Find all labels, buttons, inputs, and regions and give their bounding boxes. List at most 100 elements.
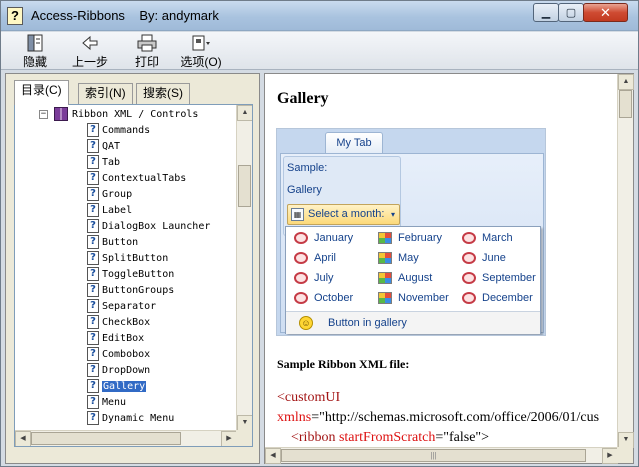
tree-item[interactable]: ? Tab [87,155,120,171]
print-button[interactable]: 打印 [127,34,167,70]
scroll-thumb[interactable] [619,90,632,118]
book-open-icon [54,107,68,121]
help-page-icon: ? [87,299,99,313]
xml-heading: Sample Ribbon XML file: [277,357,410,371]
close-button[interactable]: ✕ [583,3,628,22]
h-scroll-thumb[interactable] [31,432,181,445]
hide-button[interactable]: 隐藏 [15,34,55,70]
month-gallery: ☺ Button in gallery January February March… [285,226,541,334]
month-icon [378,232,392,244]
tree-item[interactable]: ? ContextualTabs [87,171,186,187]
month-icon [378,292,392,304]
help-page-icon: ? [87,219,99,233]
gallery-item: November [376,289,449,307]
tab-index[interactable]: 索引(N) [78,83,133,104]
topic-pane: Gallery My Tab Sample: Gallery ▦ Select … [264,73,634,464]
scroll-down-icon[interactable]: ▼ [618,432,634,448]
tree-item[interactable]: ? ToggleButton [87,267,174,283]
printer-icon [127,34,167,52]
sample-label: Sample: [287,162,328,174]
month-dropdown: ▦ Select a month: ▾ [287,204,400,225]
collapse-icon[interactable]: − [39,109,48,119]
tree-list: − Ribbon XML / Controls ? Commands? QAT? Tab… [15,105,237,431]
title-bar[interactable]: ? Access-Ribbons By: andymark ▁ ▢ ✕ [1,1,638,31]
help-page-icon: ? [87,139,99,153]
topic-vertical-scrollbar[interactable]: ▲ ▼ [617,74,634,448]
help-page-icon: ? [87,363,99,377]
topic-content: Gallery My Tab Sample: Gallery ▦ Select … [265,74,618,448]
gallery-item: July [292,269,334,287]
scroll-left-icon[interactable]: ◀ [265,448,281,464]
gallery-item: April [292,249,336,267]
scroll-thumb[interactable] [238,165,251,207]
options-icon [177,34,225,52]
code-line-3: <ribbon startFromScratch="false"> [291,430,490,445]
tab-search[interactable]: 搜索(S) [136,83,190,104]
tree-item[interactable]: ? Separator [87,299,156,315]
month-icon [294,232,308,244]
close-icon: ✕ [600,4,611,20]
code-line-2: xmlns="http://schemas.microsoft.com/offi… [277,410,600,425]
tree-item[interactable]: ? Commands [87,123,150,139]
scroll-left-icon[interactable]: ◀ [15,431,31,446]
month-icon [378,272,392,284]
tree-item[interactable]: ? EditBox [87,331,144,347]
gallery-item: January [292,229,353,247]
gallery-item: March [460,229,513,247]
tree-item[interactable]: ? CheckBox [87,315,150,331]
scroll-right-icon[interactable]: ▶ [221,431,237,446]
scroll-up-icon[interactable]: ▲ [237,105,252,121]
back-button[interactable]: 上一步 [67,34,113,70]
tree-item[interactable]: ? Menu [87,395,126,411]
gallery-label: Gallery [287,184,322,196]
month-icon [378,252,392,264]
smiley-icon: ☺ [299,316,313,330]
tree-item[interactable]: ? Label [87,203,132,219]
help-app-icon: ? [7,7,23,25]
h-scroll-thumb[interactable]: ||| [281,449,586,462]
gallery-item: May [376,249,419,267]
tree-horizontal-scrollbar[interactable]: ◀ ▶ [15,430,237,446]
topic-horizontal-scrollbar[interactable]: ◀ ||| ▶ [265,447,618,464]
maximize-icon: ▢ [565,7,577,19]
tree-item[interactable]: ? Gallery [87,379,147,395]
scroll-up-icon[interactable]: ▲ [618,74,634,90]
help-page-icon: ? [87,379,99,393]
tree-item[interactable]: ? DropDown [87,363,150,379]
month-icon [462,272,476,284]
tree-item[interactable]: ? Dynamic Menu [87,411,174,427]
scroll-corner [617,447,633,463]
tree-vertical-scrollbar[interactable]: ▲ ▼ [236,105,252,431]
tree-item[interactable]: ? QAT [87,139,120,155]
tree-item[interactable]: ? ButtonGroups [87,283,174,299]
gallery-item: September [460,269,536,287]
ribbon-tab: My Tab [325,132,383,154]
month-icon [462,292,476,304]
help-page-icon: ? [87,315,99,329]
help-page-icon: ? [87,235,99,249]
help-page-icon: ? [87,155,99,169]
tree-root[interactable]: − Ribbon XML / Controls [39,107,198,123]
minimize-button[interactable]: ▁ [533,3,559,22]
help-page-icon: ? [87,251,99,265]
tree-item[interactable]: ? DialogBox Launcher [87,219,210,235]
month-icon [294,292,308,304]
tree-item[interactable]: ? Group [87,187,132,203]
tab-contents[interactable]: 目录(C) [14,80,69,105]
scroll-right-icon[interactable]: ▶ [602,448,618,464]
ribbon-sample-image: My Tab Sample: Gallery ▦ Select a month:… [276,128,546,336]
options-button[interactable]: 选项(O) [177,34,225,70]
help-page-icon: ? [87,123,99,137]
tree-item[interactable]: ? SplitButton [87,251,168,267]
month-icon [462,252,476,264]
month-icon [294,252,308,264]
contents-tree[interactable]: − Ribbon XML / Controls ? Commands? QAT? Tab… [14,104,253,447]
month-icon [294,272,308,284]
maximize-button[interactable]: ▢ [558,3,584,22]
gallery-item: December [460,289,533,307]
tree-item[interactable]: ? Combobox [87,347,150,363]
gallery-button: ☺ Button in gallery [286,312,540,334]
tree-item[interactable]: ? Button [87,235,138,251]
gallery-item: October [292,289,353,307]
scroll-down-icon[interactable]: ▼ [237,415,252,431]
